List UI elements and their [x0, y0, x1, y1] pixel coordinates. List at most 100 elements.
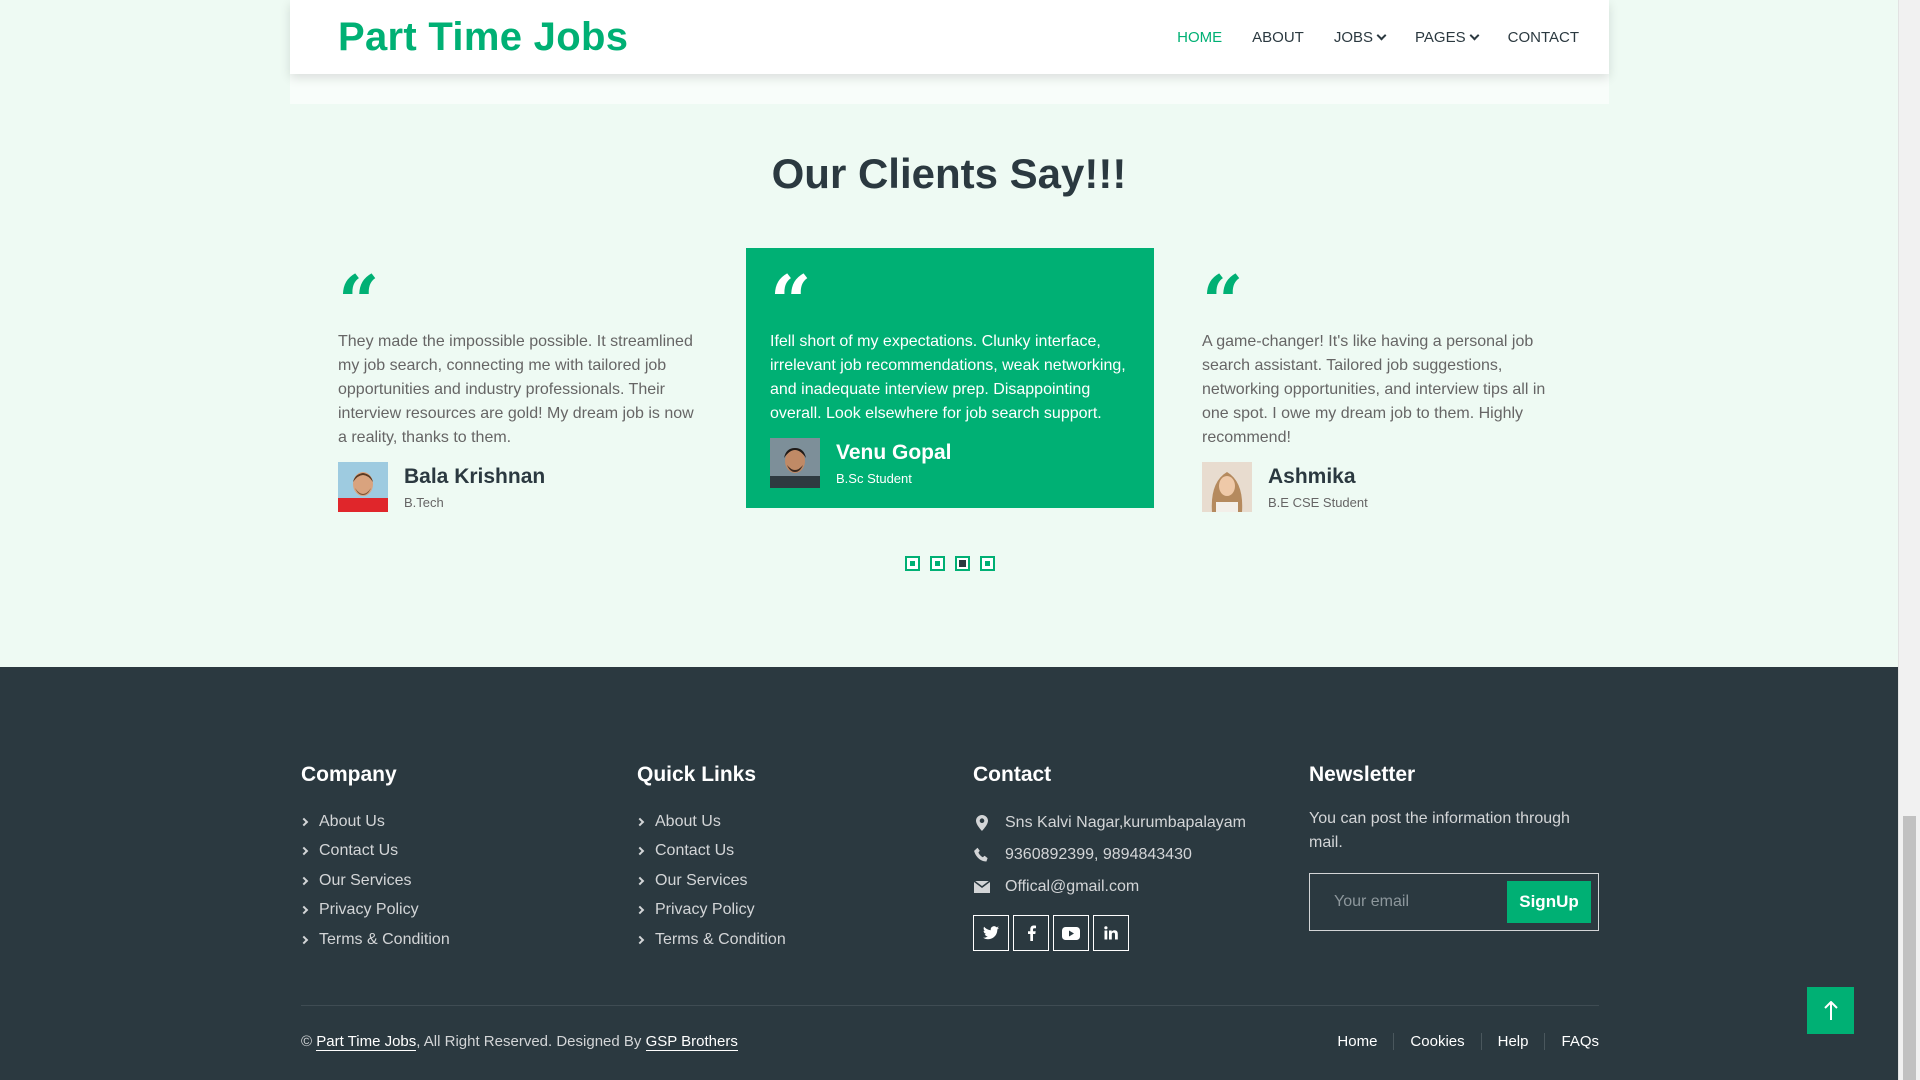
nav-home-label: HOME: [1177, 28, 1223, 46]
newsletter-text: You can post the information through mai…: [1309, 810, 1570, 851]
chevron-right-icon: [299, 876, 309, 885]
author-name: Ashmika: [1268, 464, 1356, 488]
nav-jobs[interactable]: JOBS: [1333, 28, 1387, 46]
quote-icon: “: [770, 259, 811, 344]
carousel-dot-3[interactable]: [955, 556, 970, 571]
phone-icon: [973, 847, 991, 863]
chevron-down-icon: [1376, 30, 1387, 40]
email-text: Offical@gmail.com: [1005, 878, 1140, 895]
testimonial-text: A game-changer! It's like having a perso…: [1202, 333, 1546, 446]
author-role: B.Tech: [404, 494, 444, 510]
carousel-dot-2[interactable]: [930, 556, 945, 571]
address-text: Sns Kalvi Nagar,kurumbapalayam: [1005, 814, 1247, 831]
envelope-icon: [973, 881, 991, 893]
linkedin-icon[interactable]: [1093, 915, 1129, 951]
link-label: Privacy Policy: [319, 901, 419, 919]
twitter-icon[interactable]: [973, 915, 1009, 951]
newsletter-email-input[interactable]: [1310, 874, 1500, 930]
footer-link-privacy[interactable]: Privacy Policy: [635, 896, 786, 926]
footer-menu-cookies[interactable]: Cookies: [1394, 1033, 1482, 1050]
footer-link-services[interactable]: Our Services: [635, 866, 786, 896]
author-name: Venu Gopal: [836, 440, 952, 464]
arrow-up-icon: [1823, 1000, 1838, 1020]
link-label: Contact Us: [655, 842, 735, 860]
footer-menu-faqs[interactable]: FAQs: [1545, 1033, 1599, 1050]
footer-link-about[interactable]: About Us: [635, 807, 786, 837]
footer-company: Company About Us Contact Us Our Services…: [299, 763, 450, 955]
footer-link-privacy[interactable]: Privacy Policy: [299, 896, 450, 926]
site-logo[interactable]: Part Time Jobs: [338, 15, 628, 60]
newsletter-form: SignUp: [1309, 873, 1599, 931]
back-to-top-button[interactable]: [1807, 987, 1854, 1034]
chevron-right-icon: [299, 935, 309, 944]
chevron-right-icon: [299, 817, 309, 826]
social-links: [973, 915, 1246, 951]
chevron-right-icon: [635, 935, 645, 944]
footer-link-services[interactable]: Our Services: [299, 866, 450, 896]
footer-link-terms[interactable]: Terms & Condition: [635, 925, 786, 955]
link-label: About Us: [319, 812, 385, 830]
nav-contact[interactable]: CONTACT: [1508, 29, 1579, 46]
section-title: Our Clients Say!!!: [771, 150, 1127, 197]
quote-icon: “: [338, 259, 379, 344]
nav-pages-label: PAGES: [1415, 28, 1466, 46]
nav-pages[interactable]: PAGES: [1415, 28, 1480, 46]
designer-link[interactable]: GSP Brothers: [645, 1033, 738, 1051]
link-label: Contact Us: [319, 842, 399, 860]
main-nav: HOME ABOUT JOBS PAGES CONTACT: [1177, 29, 1579, 46]
avatar: [338, 462, 388, 512]
facebook-icon[interactable]: [1013, 915, 1049, 951]
contact-address: Sns Kalvi Nagar,kurumbapalayam: [973, 807, 1246, 839]
carousel-dot-4[interactable]: [980, 556, 995, 571]
link-label: Terms & Condition: [319, 930, 450, 948]
testimonial-card-active: “ Ifell short of my expectations. Clunky…: [746, 248, 1154, 508]
chevron-right-icon: [635, 876, 645, 885]
footer-heading: Newsletter: [1309, 763, 1416, 786]
author-name: Bala Krishnan: [404, 464, 546, 488]
contact-email: Offical@gmail.com: [973, 871, 1246, 903]
nav-about[interactable]: ABOUT: [1252, 29, 1304, 46]
chevron-right-icon: [299, 847, 309, 856]
testimonial-author: Ashmika B.E CSE Student: [1202, 462, 1562, 512]
navbar: Part Time Jobs HOME ABOUT JOBS PAGES CON…: [290, 0, 1609, 74]
link-label: Our Services: [319, 871, 412, 889]
signup-button[interactable]: SignUp: [1507, 881, 1591, 923]
footer-heading: Company: [301, 763, 397, 786]
footer: Company About Us Contact Us Our Services…: [0, 667, 1898, 1080]
testimonial-author: Bala Krishnan B.Tech: [338, 462, 698, 512]
nav-home[interactable]: HOME: [1177, 29, 1222, 46]
footer-link-contact[interactable]: Contact Us: [635, 837, 786, 867]
chevron-right-icon: [635, 847, 645, 856]
brand-link[interactable]: Part Time Jobs: [316, 1033, 417, 1051]
link-label: Terms & Condition: [655, 930, 786, 948]
copyright-text: , All Right Reserved. Designed By: [416, 1033, 642, 1050]
footer-heading: Quick Links: [637, 763, 757, 786]
nav-about-label: ABOUT: [1252, 28, 1304, 46]
footer-quick-links: Quick Links About Us Contact Us Our Serv…: [635, 763, 786, 955]
map-marker-icon: [973, 815, 991, 831]
nav-jobs-label: JOBS: [1333, 28, 1374, 46]
page-scrollbar[interactable]: [1898, 0, 1920, 1080]
footer-contact: Contact Sns Kalvi Nagar,kurumbapalayam 9…: [973, 763, 1246, 951]
footer-link-contact[interactable]: Contact Us: [299, 837, 450, 867]
footer-link-about[interactable]: About Us: [299, 807, 450, 837]
footer-menu-help[interactable]: Help: [1482, 1033, 1546, 1050]
footer-menu: Home Cookies Help FAQs: [1321, 1033, 1599, 1050]
chevron-right-icon: [299, 906, 309, 915]
footer-link-terms[interactable]: Terms & Condition: [299, 925, 450, 955]
contact-phone: 9360892399, 9894843430: [973, 839, 1246, 871]
youtube-icon[interactable]: [1053, 915, 1089, 951]
link-label: Privacy Policy: [655, 901, 755, 919]
testimonial-text: Ifell short of my expectations. Clunky i…: [770, 333, 1126, 422]
author-role: B.Sc Student: [836, 470, 912, 486]
testimonial-card: “ They made the impossible possible. It …: [314, 248, 722, 512]
link-label: Our Services: [655, 871, 748, 889]
quote-icon: “: [1202, 259, 1243, 344]
copyright: © Part Time Jobs, All Right Reserved. De…: [301, 1033, 738, 1051]
carousel-dot-1[interactable]: [905, 556, 920, 571]
footer-heading: Contact: [973, 763, 1052, 786]
footer-menu-home[interactable]: Home: [1321, 1033, 1395, 1050]
scrollbar-thumb[interactable]: [1903, 816, 1916, 1080]
nav-contact-label: CONTACT: [1507, 28, 1579, 46]
carousel-dots: [905, 556, 995, 571]
